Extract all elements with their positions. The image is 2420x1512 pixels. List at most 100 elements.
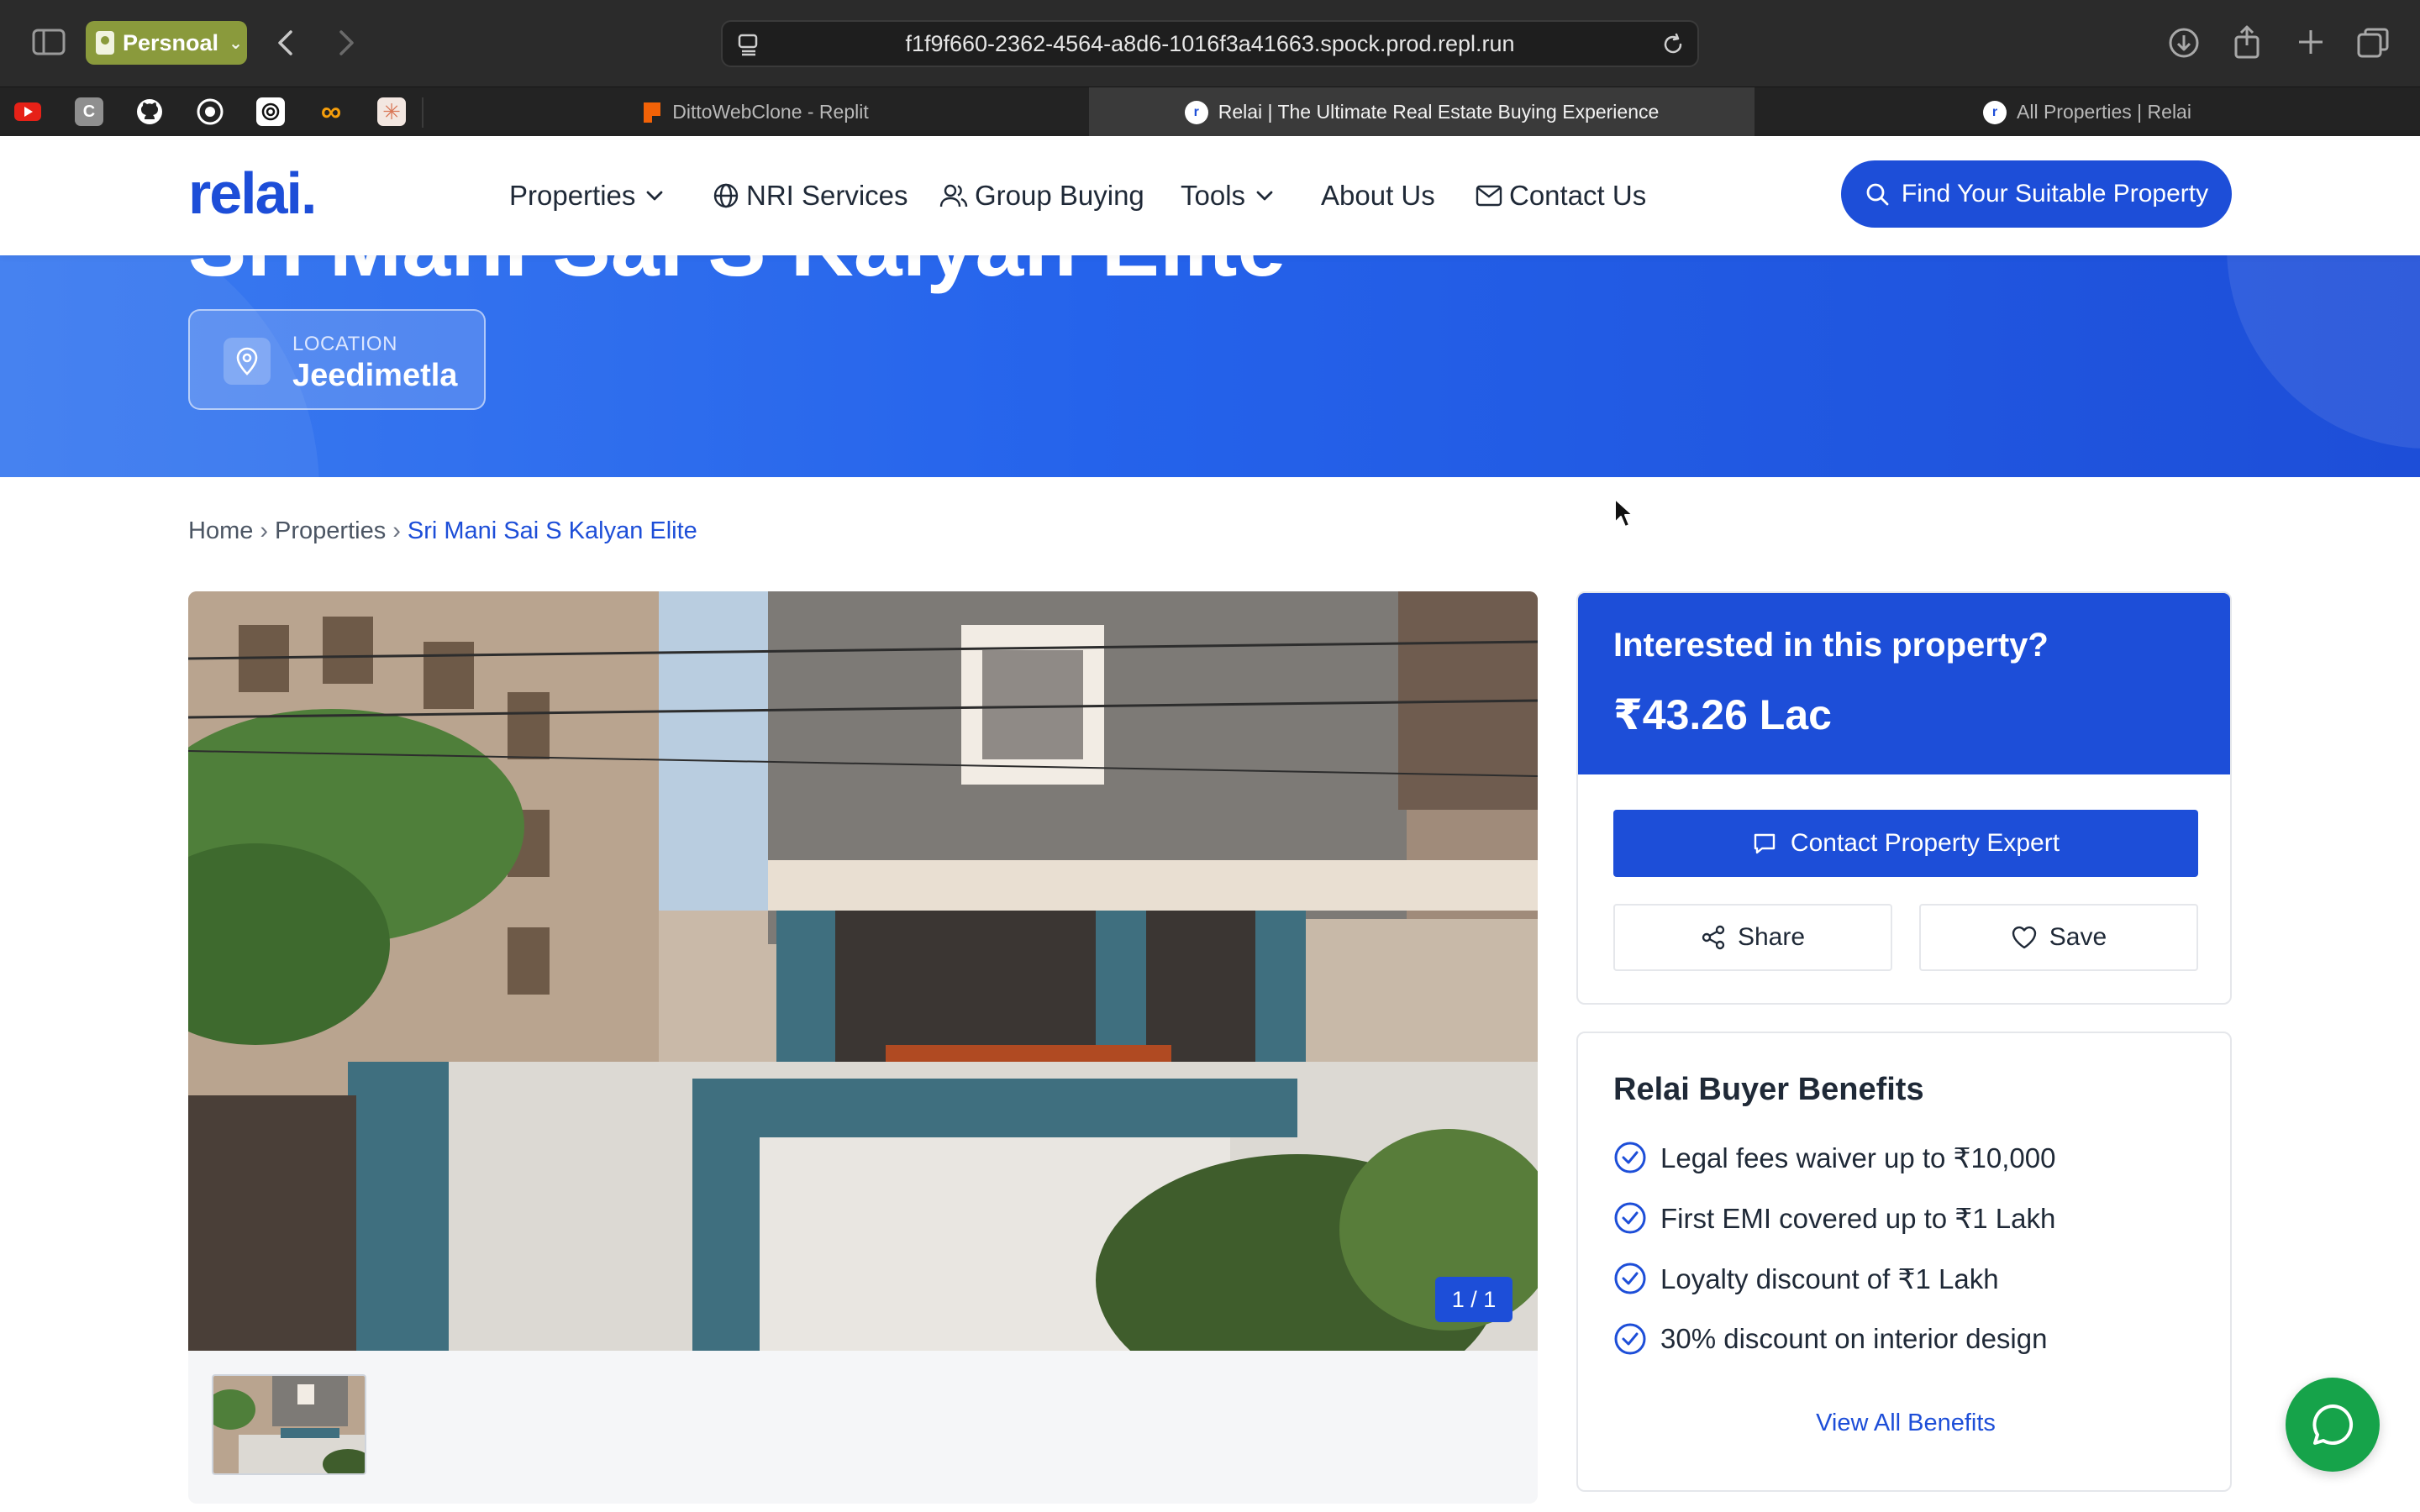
contact-expert-label: Contact Property Expert xyxy=(1790,829,2060,857)
users-icon xyxy=(939,184,968,207)
interest-card-header: Interested in this property? ₹43.26 Lac xyxy=(1578,593,2230,774)
infinity-icon[interactable]: ∞ xyxy=(317,96,345,128)
find-property-label: Find Your Suitable Property xyxy=(1901,180,2209,207)
nav-group-buying[interactable]: Group Buying xyxy=(939,180,1144,212)
property-hero: Sri Mani Sai S Kalyan Elite LOCATION Jee… xyxy=(0,255,2420,477)
property-price: ₹43.26 Lac xyxy=(1613,691,1832,738)
chevron-down-icon xyxy=(647,191,663,201)
nav-label: Group Buying xyxy=(975,180,1144,211)
relai-favicon-icon: r xyxy=(1983,100,2007,124)
url-text: f1f9f660-2362-4564-a8d6-1016f3a41663.spo… xyxy=(905,30,1515,56)
save-label: Save xyxy=(2049,923,2107,951)
tab-title: DittoWebClone - Replit xyxy=(672,101,869,123)
location-value: Jeedimetla xyxy=(292,358,458,393)
relai-logo[interactable]: relai. xyxy=(188,160,317,227)
property-gallery: 1 / 1 xyxy=(188,591,1538,1504)
github-icon[interactable] xyxy=(135,97,164,126)
nav-properties[interactable]: Properties xyxy=(509,180,664,212)
browser-toolbar: Persnoal ⌄ f1f9f660-2362-4564-a8d6-1016f… xyxy=(0,0,2420,87)
share-icon xyxy=(1702,925,1725,950)
tab-dittowebclone[interactable]: DittoWebClone - Replit xyxy=(424,87,1089,137)
contact-expert-button[interactable]: Contact Property Expert xyxy=(1613,810,2198,877)
nav-label: Properties xyxy=(509,180,636,211)
property-title: Sri Mani Sai S Kalyan Elite xyxy=(188,255,1286,297)
whatsapp-icon[interactable] xyxy=(196,97,224,126)
relai-favicon-icon: r xyxy=(1184,100,1208,124)
find-property-button[interactable]: Find Your Suitable Property xyxy=(1841,160,2232,228)
breadcrumb: Home › Properties › Sri Mani Sai S Kalya… xyxy=(188,517,697,545)
tab-all-properties[interactable]: r All Properties | Relai xyxy=(1754,87,2420,137)
sidebar-toggle-icon[interactable] xyxy=(32,29,66,55)
site-header: relai. Properties NRI Services Group Buy… xyxy=(0,136,2420,255)
tab-title: Relai | The Ultimate Real Estate Buying … xyxy=(1218,101,1660,123)
chat-bubble-icon xyxy=(1754,833,1776,854)
benefit-item: Legal fees waiver up to ₹10,000 xyxy=(1613,1141,2055,1174)
replit-icon xyxy=(644,102,661,123)
globe-icon xyxy=(713,183,739,208)
location-label: LOCATION xyxy=(292,333,397,355)
check-circle-icon xyxy=(1614,1323,1646,1355)
profile-icon xyxy=(96,31,114,55)
view-all-benefits-link[interactable]: View All Benefits xyxy=(1578,1410,2233,1437)
whatsapp-chat-button[interactable] xyxy=(2286,1378,2380,1472)
nav-label: Tools xyxy=(1181,180,1246,211)
benefit-text: Loyalty discount of ₹1 Lakh xyxy=(1660,1263,1999,1294)
check-circle-icon xyxy=(1614,1142,1646,1173)
downloads-icon[interactable] xyxy=(2168,27,2200,59)
nav-nri-services[interactable]: NRI Services xyxy=(713,180,908,212)
profile-label: Persnoal xyxy=(123,29,219,55)
mail-icon xyxy=(1476,185,1502,207)
claude-icon[interactable]: ✳ xyxy=(377,97,406,126)
nav-contact-us[interactable]: Contact Us xyxy=(1476,180,1646,212)
benefit-item: Loyalty discount of ₹1 Lakh xyxy=(1613,1262,1999,1295)
browser-tab-strip: C ∞ ✳ DittoWebClone - Replit r Relai | T… xyxy=(0,87,2420,137)
mouse-cursor-icon xyxy=(1613,497,1635,533)
check-circle-icon xyxy=(1614,1263,1646,1294)
share-button[interactable]: Share xyxy=(1613,904,1892,971)
image-counter: 1 / 1 xyxy=(1435,1277,1512,1322)
new-tab-plus-icon[interactable] xyxy=(2296,27,2326,57)
page-settings-icon[interactable] xyxy=(736,32,761,63)
breadcrumb-current: Sri Mani Sai S Kalyan Elite xyxy=(407,517,697,544)
chevron-down-icon xyxy=(1256,191,1273,201)
property-main-image[interactable] xyxy=(188,591,1538,1351)
gallery-thumbnail[interactable] xyxy=(212,1374,366,1475)
benefit-item: First EMI covered up to ₹1 Lakh xyxy=(1613,1201,2055,1235)
share-icon[interactable] xyxy=(2232,24,2262,60)
chevron-down-icon: ⌄ xyxy=(229,34,243,53)
nav-label: About Us xyxy=(1321,180,1435,211)
tab-title: All Properties | Relai xyxy=(2017,101,2191,123)
tab-overview-icon[interactable] xyxy=(2356,27,2390,59)
reload-icon[interactable] xyxy=(1660,32,1686,63)
nav-tools[interactable]: Tools xyxy=(1181,180,1274,212)
back-arrow-icon[interactable] xyxy=(276,29,296,57)
heart-icon xyxy=(2012,926,2036,949)
interest-card: Interested in this property? ₹43.26 Lac … xyxy=(1576,591,2232,1005)
location-card: LOCATION Jeedimetla xyxy=(188,309,486,410)
benefit-text: First EMI covered up to ₹1 Lakh xyxy=(1660,1202,2056,1234)
profile-switcher[interactable]: Persnoal ⌄ xyxy=(86,21,247,65)
benefit-text: 30% discount on interior design xyxy=(1660,1323,2048,1354)
interest-title: Interested in this property? xyxy=(1613,627,2049,664)
save-button[interactable]: Save xyxy=(1919,904,2198,971)
benefit-text: Legal fees waiver up to ₹10,000 xyxy=(1660,1142,2056,1173)
openai-icon[interactable] xyxy=(256,97,285,126)
c-icon[interactable]: C xyxy=(75,97,103,126)
breadcrumb-home[interactable]: Home xyxy=(188,517,253,545)
search-icon xyxy=(1866,183,1889,206)
benefits-title: Relai Buyer Benefits xyxy=(1613,1072,1924,1107)
forward-arrow-icon[interactable] xyxy=(336,29,356,57)
nav-about-us[interactable]: About Us xyxy=(1321,180,1435,212)
chat-bubble-icon xyxy=(2312,1404,2354,1445)
hero-decoration xyxy=(2227,255,2420,449)
buyer-benefits-card: Relai Buyer Benefits Legal fees waiver u… xyxy=(1576,1032,2232,1492)
map-pin-icon xyxy=(224,338,271,385)
breadcrumb-properties[interactable]: Properties xyxy=(275,517,386,545)
benefit-item: 30% discount on interior design xyxy=(1613,1322,2047,1356)
nav-label: Contact Us xyxy=(1509,180,1647,211)
nav-label: NRI Services xyxy=(746,180,908,211)
youtube-icon[interactable] xyxy=(13,97,42,126)
tab-relai-home[interactable]: r Relai | The Ultimate Real Estate Buyin… xyxy=(1089,87,1754,137)
address-bar[interactable]: f1f9f660-2362-4564-a8d6-1016f3a41663.spo… xyxy=(721,20,1699,67)
breadcrumb-separator-icon: › xyxy=(392,517,401,544)
